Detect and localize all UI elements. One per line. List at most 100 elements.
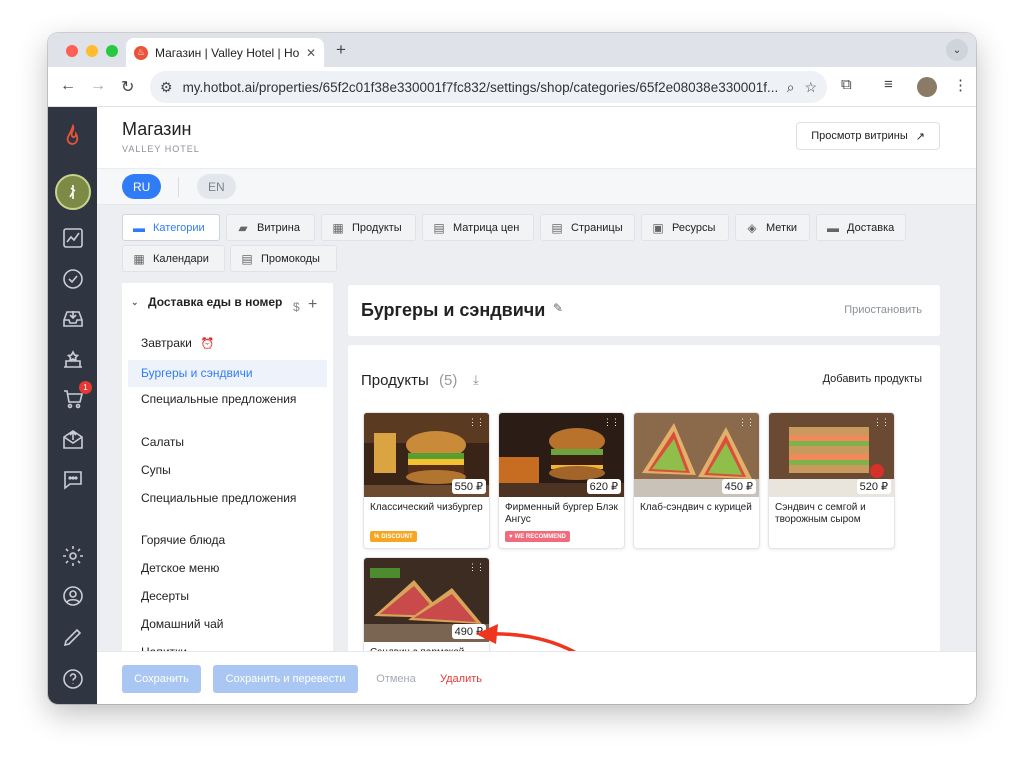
store-icon: ▬	[133, 220, 145, 235]
dollar-icon[interactable]: $	[293, 300, 300, 314]
recommend-tag: ♥ WE RECOMMEND	[505, 531, 570, 542]
browser-tab[interactable]: ♨ Магазин | Valley Hotel | Hotbot ✕	[126, 38, 324, 67]
grid-plus-icon: ▦	[332, 220, 344, 235]
browser-toolbar: ← → ↻ ⚙ my.hotbot.ai/properties/65f2c01f…	[48, 67, 976, 107]
property-avatar[interactable]	[55, 174, 91, 210]
download-icon[interactable]: ⤓	[473, 372, 479, 388]
browser-menu-icon[interactable]: ⋮	[953, 76, 968, 94]
tab-price-matrix[interactable]: ▤ Матрица цен	[422, 214, 534, 241]
app-content: 1 Магазин VALLEY HOTEL Просмотр витрины …	[48, 107, 976, 704]
tab-label: Категории	[153, 221, 205, 234]
media-control-icon[interactable]: ≡	[884, 76, 893, 93]
tab-label: Страницы	[571, 221, 623, 234]
tab-calendars[interactable]: ▦ Календари	[122, 245, 225, 272]
address-bar[interactable]: ⚙ my.hotbot.ai/properties/65f2c01f38e330…	[150, 71, 827, 103]
preview-storefront-button[interactable]: Просмотр витрины ↗	[796, 122, 940, 150]
drag-handle-icon[interactable]: ⋮⋮	[738, 417, 755, 428]
tab-promocodes[interactable]: ▤ Промокоды	[230, 245, 337, 272]
inbox-icon[interactable]	[60, 306, 86, 332]
browser-tabstrip: ♨ Магазин | Valley Hotel | Hotbot ✕ + ⌄	[48, 33, 976, 67]
pencil-icon[interactable]: ✎	[553, 301, 563, 315]
drag-handle-icon[interactable]: ⋮⋮	[468, 417, 485, 428]
browser-profile-avatar[interactable]	[917, 77, 937, 97]
extensions-icon[interactable]: ⧉	[841, 76, 852, 93]
edit-icon[interactable]	[60, 624, 86, 650]
settings-icon[interactable]	[60, 543, 86, 569]
broadcast-icon[interactable]	[60, 427, 86, 453]
page-title: Магазин	[122, 119, 192, 139]
category-item[interactable]: Детское меню	[128, 559, 327, 577]
tab-showcase[interactable]: ▰ Витрина	[226, 214, 315, 241]
zoom-window-button[interactable]	[106, 45, 118, 57]
category-item[interactable]: Десерты	[128, 587, 327, 605]
heart-icon: ♥	[509, 533, 513, 540]
zoom-search-icon[interactable]: ⌕	[787, 79, 795, 96]
save-button[interactable]: Сохранить	[122, 665, 201, 693]
close-tab-icon[interactable]: ✕	[306, 46, 316, 60]
product-price: 450 ₽	[721, 479, 756, 494]
back-arrow-icon[interactable]: ←	[60, 77, 76, 95]
tab-products[interactable]: ▦ Продукты	[321, 214, 416, 241]
category-item[interactable]: Специальные предложения	[128, 390, 327, 408]
category-item[interactable]: Завтраки ⏰	[128, 334, 327, 353]
category-item[interactable]: Специальные предложения	[128, 489, 327, 507]
lang-ru-button[interactable]: RU	[122, 174, 162, 199]
tag-label: WE RECOMMEND	[514, 533, 566, 540]
category-title: Бургеры и сэндвичи	[361, 300, 546, 320]
help-icon[interactable]	[60, 666, 86, 692]
cancel-button[interactable]: Отмена	[369, 665, 423, 693]
promo-icon: ▤	[241, 251, 253, 266]
close-window-button[interactable]	[66, 45, 78, 57]
analytics-icon[interactable]	[60, 225, 86, 251]
bookmark-star-icon[interactable]: ☆	[804, 79, 817, 96]
chat-icon[interactable]	[60, 467, 86, 493]
truck-icon: ▬	[827, 220, 839, 235]
tab-pages[interactable]: ▤ Страницы	[540, 214, 635, 241]
forward-arrow-icon[interactable]: →	[90, 77, 106, 95]
reviews-icon[interactable]	[60, 346, 86, 372]
tab-resources[interactable]: ▣ Ресурсы	[641, 214, 729, 241]
reload-icon[interactable]: ↻	[121, 77, 134, 97]
drag-handle-icon[interactable]: ⋮⋮	[603, 417, 620, 428]
add-products-button[interactable]: Добавить продукты	[823, 373, 922, 385]
category-item-active[interactable]: Бургеры и сэндвичи	[128, 360, 327, 387]
save-and-translate-button[interactable]: Сохранить и перевести	[213, 665, 358, 693]
profile-icon[interactable]	[60, 583, 86, 609]
lang-divider	[178, 177, 179, 197]
url-text[interactable]: my.hotbot.ai/properties/65f2c01f38e33000…	[183, 80, 777, 95]
tab-label: Календари	[153, 252, 209, 265]
hotbot-logo-icon[interactable]	[60, 122, 86, 148]
tab-search-chevron-icon[interactable]: ⌄	[946, 39, 968, 61]
lang-en-button[interactable]: EN	[197, 174, 236, 199]
category-item[interactable]: Супы	[128, 461, 327, 479]
category-label: Бургеры и сэндвичи	[141, 366, 253, 380]
tab-tags[interactable]: ◈ Метки	[735, 214, 810, 241]
product-card[interactable]: ⋮⋮ 520 ₽ Сэндвич с семгой и творожным сы…	[768, 412, 895, 549]
tab-delivery[interactable]: ▬ Доставка	[816, 214, 906, 241]
product-name: Классический чизбургер	[370, 502, 483, 513]
pause-button[interactable]: Приостановить	[844, 304, 922, 316]
site-settings-icon[interactable]: ⚙	[160, 79, 173, 96]
minimize-window-button[interactable]	[86, 45, 98, 57]
drag-handle-icon[interactable]: ⋮⋮	[468, 562, 485, 573]
delete-button[interactable]: Удалить	[432, 665, 490, 693]
product-card[interactable]: ⋮⋮ 450 ₽ Клаб-сэндвич с курицей	[633, 412, 760, 549]
category-item[interactable]: Салаты	[128, 433, 327, 451]
category-label: Завтраки	[141, 336, 192, 350]
product-card[interactable]: ⋮⋮ 620 ₽ Фирменный бургер Блэк Ангус ♥ WE…	[498, 412, 625, 549]
category-label: Специальные предложения	[141, 392, 297, 406]
products-card: Продукты (5) ⤓ Добавить продукты ⋮⋮ 550 …	[348, 345, 940, 665]
add-category-icon[interactable]: +	[308, 296, 317, 314]
tab-categories[interactable]: ▬ Категории	[122, 214, 220, 241]
new-tab-icon[interactable]: +	[336, 40, 346, 60]
category-group-title: Доставка еды в номер	[148, 295, 283, 309]
chevron-down-icon[interactable]: ⌄	[131, 295, 139, 309]
product-price: 620 ₽	[586, 479, 621, 494]
tasks-icon[interactable]	[60, 266, 86, 292]
product-card[interactable]: ⋮⋮ 550 ₽ Классический чизбургер % DISCOUN…	[363, 412, 490, 549]
resource-icon: ▣	[652, 220, 664, 235]
category-item[interactable]: Горячие блюда	[128, 531, 327, 549]
category-item[interactable]: Домашний чай	[128, 615, 327, 633]
category-label: Специальные предложения	[141, 491, 297, 505]
drag-handle-icon[interactable]: ⋮⋮	[873, 417, 890, 428]
